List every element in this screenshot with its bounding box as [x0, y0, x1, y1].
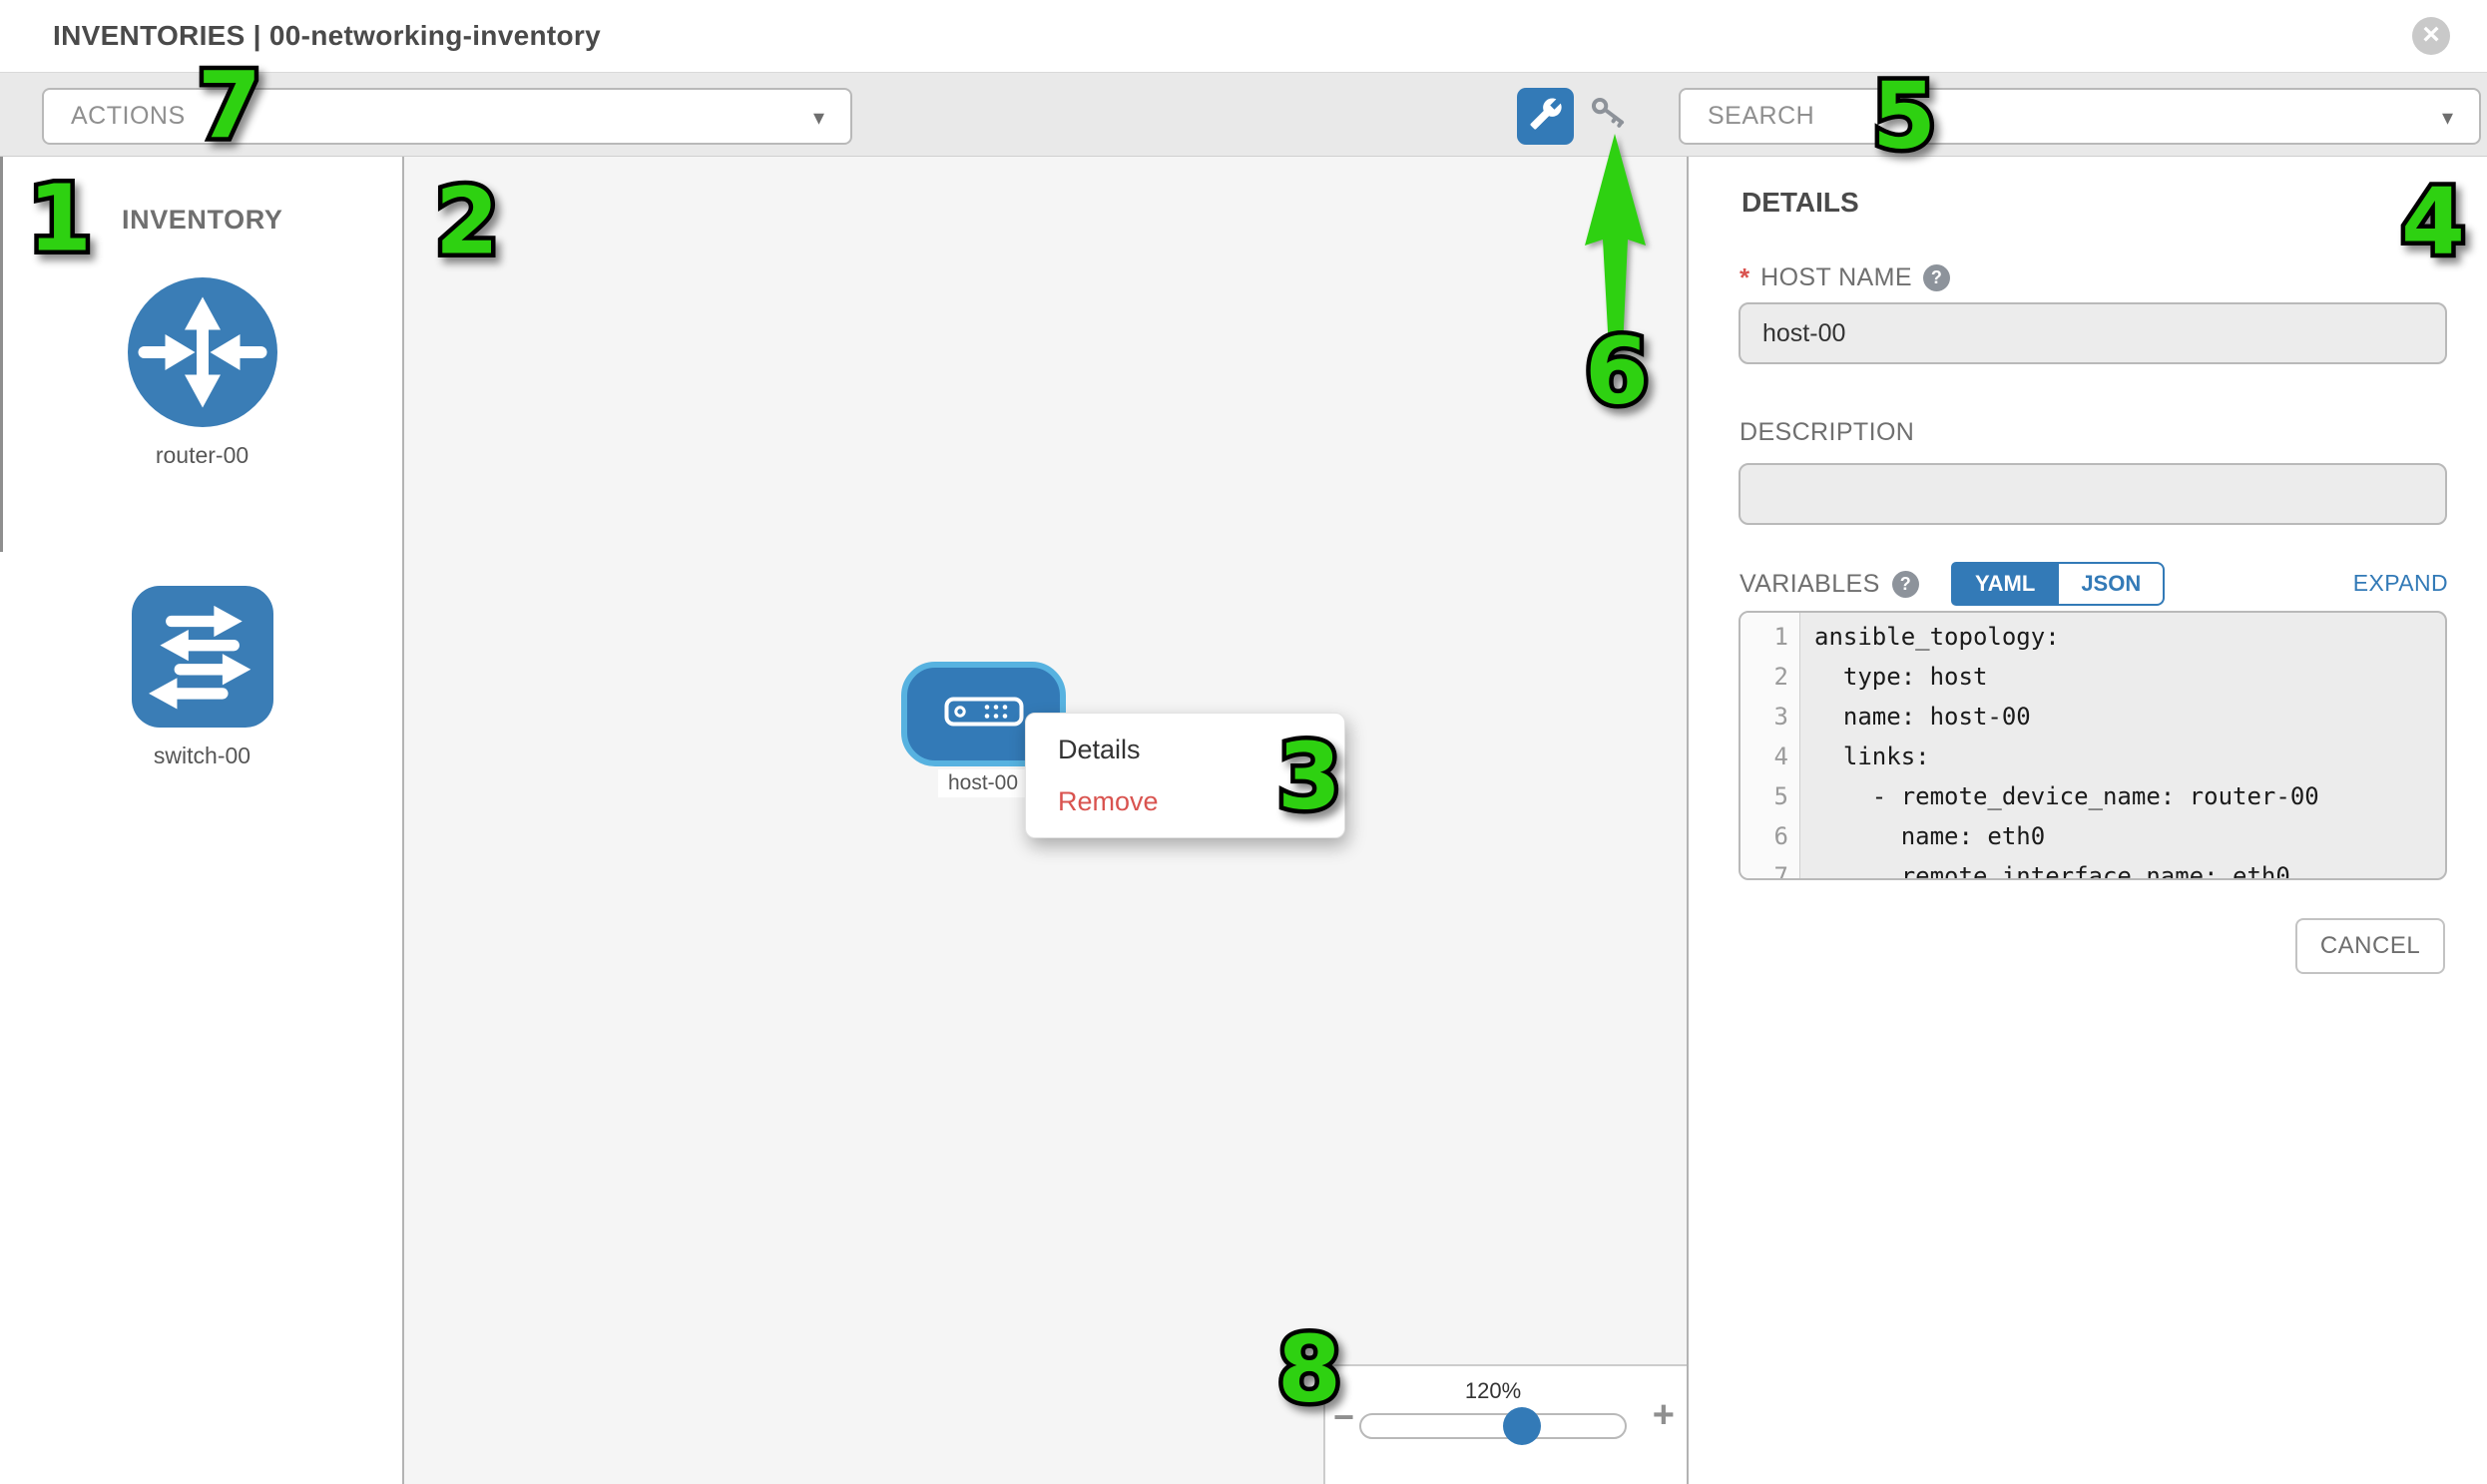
code-line: 2 type: host	[1741, 657, 2445, 697]
actions-dropdown[interactable]: ACTIONS ▾	[42, 88, 852, 145]
help-icon[interactable]: ?	[1923, 264, 1950, 291]
toggle-toolbox-button[interactable]	[1517, 88, 1574, 145]
description-label: DESCRIPTION	[1740, 418, 1914, 447]
toolbar: ACTIONS ▾ SEARCH ▾	[0, 72, 2487, 157]
variables-format-toggle: YAML JSON	[1951, 562, 2165, 606]
description-label-row: DESCRIPTION	[1740, 418, 1914, 447]
details-panel-title: DETAILS	[1741, 187, 1859, 219]
code-line: 4 links:	[1741, 737, 2445, 776]
actions-dropdown-label: ACTIONS	[71, 102, 186, 131]
chevron-down-icon: ▾	[2442, 105, 2453, 131]
code-line: 7 remote_interface_name: eth0	[1741, 856, 2445, 880]
annotation-4: 4	[2401, 169, 2465, 275]
code-line: 5 - remote_device_name: router-00	[1741, 776, 2445, 816]
format-toggle-yaml[interactable]: YAML	[1951, 562, 2059, 606]
details-panel: DETAILS * HOST NAME ? DESCRIPTION VARIAB…	[1689, 157, 2487, 1484]
annotation-8: 8	[1277, 1316, 1341, 1423]
variables-row: VARIABLES ? YAML JSON EXPAND	[1740, 560, 2448, 608]
description-input[interactable]	[1739, 463, 2447, 525]
code-editor-lines: 1 ansible_topology: 2 type: host 3 name:…	[1741, 617, 2445, 880]
variables-code-editor[interactable]: 1 ansible_topology: 2 type: host 3 name:…	[1739, 611, 2447, 880]
page-title: INVENTORIES | 00-networking-inventory	[53, 20, 601, 52]
host-icon	[944, 697, 1024, 732]
host-name-label: HOST NAME	[1760, 263, 1912, 292]
annotation-6: 6	[1585, 318, 1649, 425]
palette-item-router[interactable]: router-00	[0, 277, 404, 469]
switch-icon	[132, 586, 273, 728]
topology-canvas[interactable]: host-00 Details Remove 120% − +	[404, 157, 1689, 1484]
annotation-5: 5	[1872, 63, 1936, 170]
router-icon	[128, 277, 277, 427]
close-icon[interactable]: ×	[2412, 17, 2450, 55]
expand-link[interactable]: EXPAND	[2353, 570, 2448, 597]
zoom-control-panel: 120% − +	[1323, 1364, 1687, 1484]
zoom-slider[interactable]	[1359, 1413, 1627, 1439]
code-line: 1 ansible_topology:	[1741, 617, 2445, 657]
annotation-1: 1	[28, 166, 92, 272]
code-line: 6 name: eth0	[1741, 816, 2445, 856]
palette-item-label: switch-00	[0, 742, 404, 769]
zoom-slider-handle[interactable]	[1503, 1407, 1541, 1445]
zoom-level-value: 120%	[1359, 1378, 1627, 1404]
search-dropdown-label: SEARCH	[1708, 102, 1814, 131]
chevron-down-icon: ▾	[813, 105, 824, 131]
window-header: INVENTORIES | 00-networking-inventory ×	[0, 0, 2487, 72]
help-icon[interactable]: ?	[1892, 571, 1919, 598]
host-name-input[interactable]	[1739, 302, 2447, 364]
palette-item-label: router-00	[0, 442, 404, 469]
format-toggle-json[interactable]: JSON	[2059, 562, 2165, 606]
palette-item-switch[interactable]: switch-00	[0, 586, 404, 769]
required-asterisk: *	[1740, 262, 1749, 293]
search-dropdown[interactable]: SEARCH ▾	[1679, 88, 2481, 145]
annotation-7: 7	[198, 53, 261, 160]
inventory-palette-sidebar: INVENTORY router-00	[0, 157, 404, 1484]
host-name-label-row: * HOST NAME ?	[1740, 262, 1950, 293]
zoom-in-icon[interactable]: +	[1653, 1394, 1675, 1437]
wrench-icon	[1529, 97, 1563, 136]
annotation-2: 2	[435, 169, 499, 275]
annotation-3: 3	[1277, 724, 1341, 830]
cancel-button[interactable]: CANCEL	[2295, 918, 2445, 974]
variables-label: VARIABLES	[1740, 570, 1880, 599]
inventory-palette-title: INVENTORY	[122, 205, 282, 236]
host-node-label: host-00	[938, 769, 1028, 797]
code-line: 3 name: host-00	[1741, 697, 2445, 737]
